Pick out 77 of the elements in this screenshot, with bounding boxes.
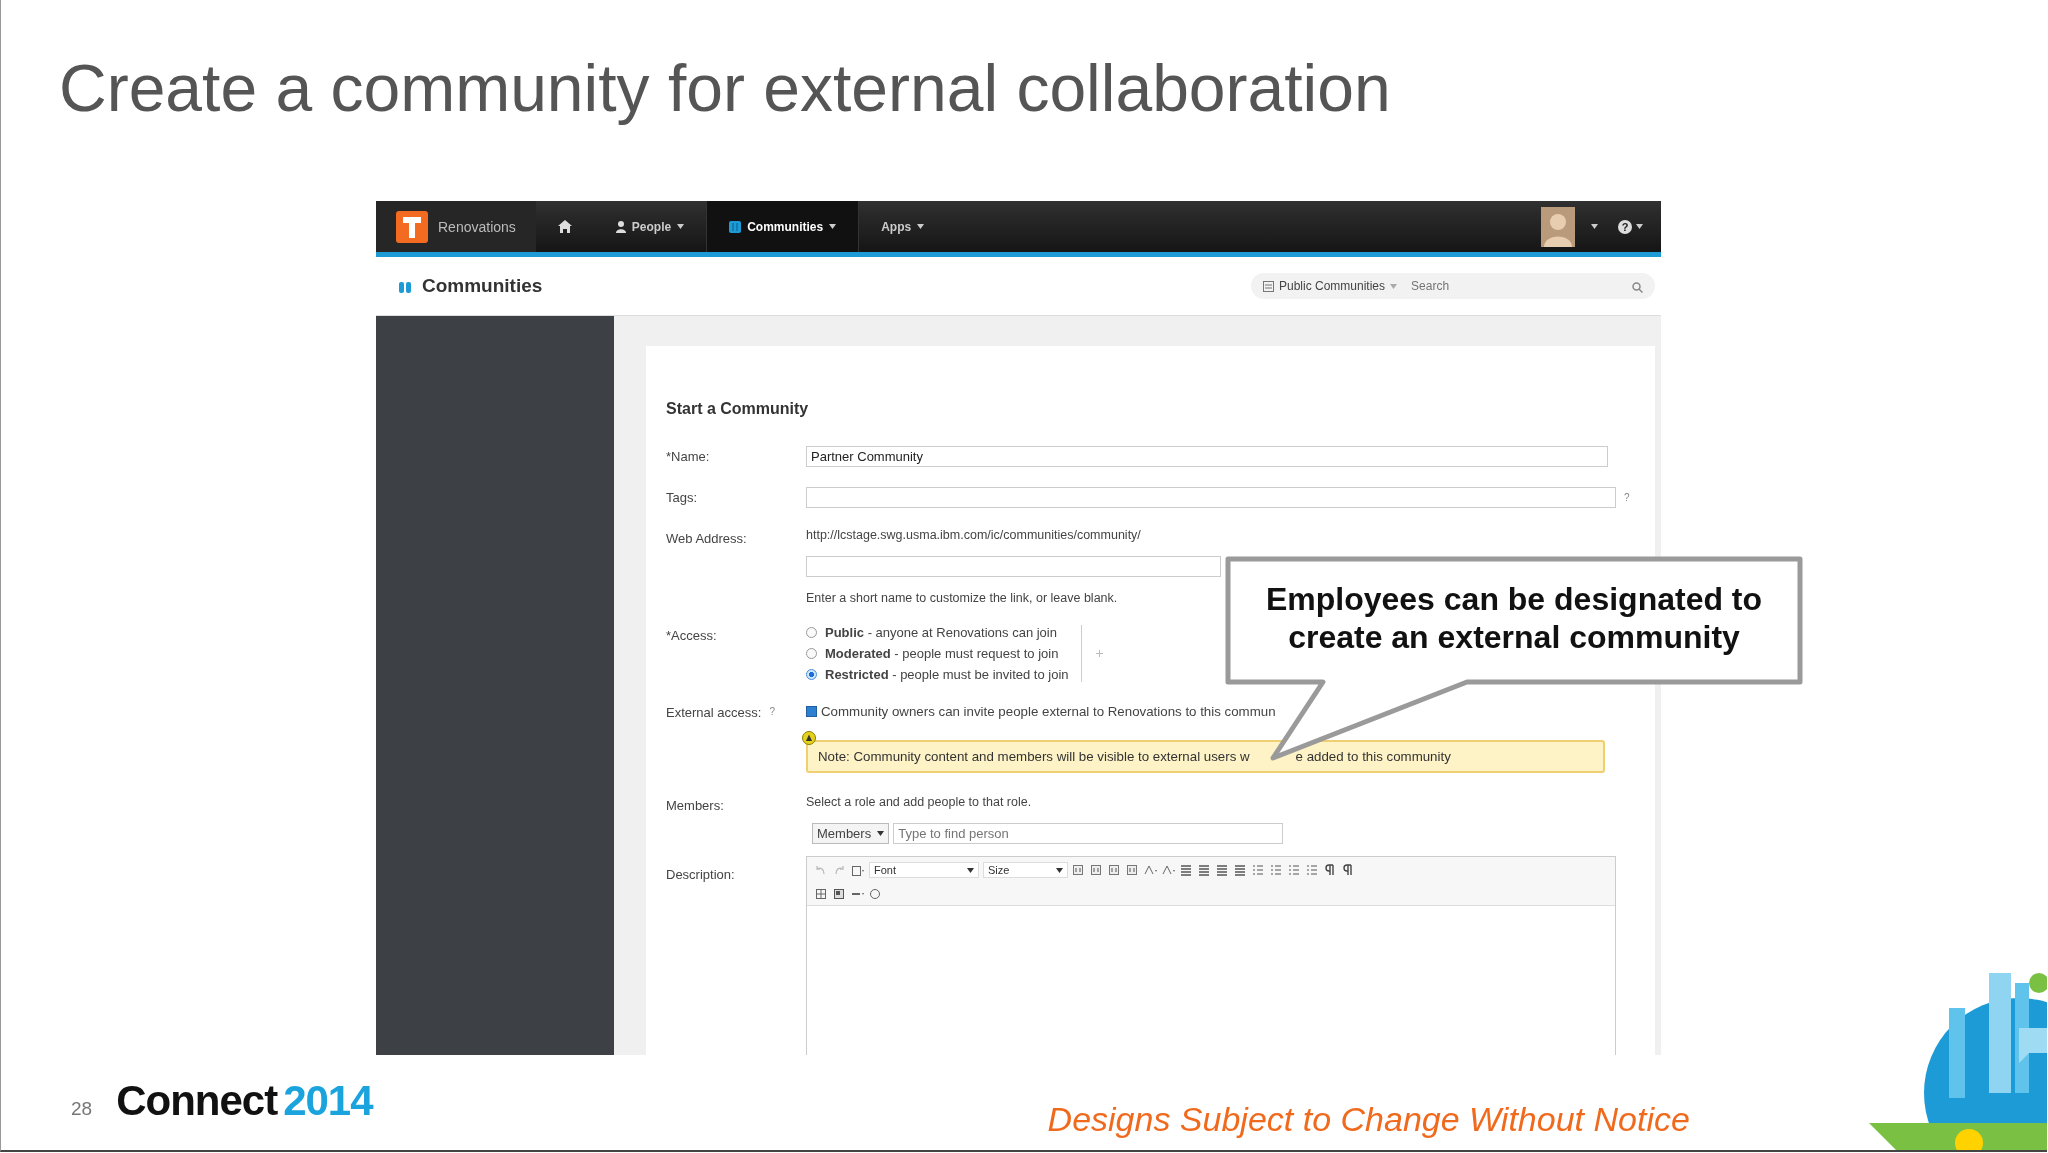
hint-text: Select a role and add people to that role. [806, 795, 1032, 809]
format-icon[interactable] [1090, 864, 1104, 876]
event-logo: Connect2014 [116, 1077, 373, 1125]
search-icon [1632, 282, 1643, 293]
caret-icon [1390, 283, 1398, 289]
grid-icon [729, 220, 742, 233]
hint-text: Enter a short name to customize the link, or leave blank. [806, 591, 1118, 605]
caret-icon [1591, 224, 1598, 229]
field-label: Members: [666, 797, 725, 815]
align-icon[interactable] [1180, 864, 1194, 876]
radio-label: Public - anyone at Renovations can join [825, 625, 1057, 640]
web-address-field[interactable] [806, 556, 1221, 577]
list-icon[interactable] [1270, 864, 1284, 876]
scope-dropdown[interactable]: Public Communities [1251, 273, 1406, 299]
note-text: e added to this community [1295, 749, 1451, 764]
caret-icon [677, 224, 685, 229]
field-label: Web Address: [666, 530, 748, 548]
field-label: *Access: [666, 627, 718, 645]
field-label: External access: ? [666, 704, 776, 720]
role-dropdown[interactable]: Members [812, 823, 890, 844]
caret-icon [967, 867, 974, 873]
person-search-field[interactable]: Type to find person [893, 823, 1284, 844]
nav-tab[interactable]: Communities [706, 201, 860, 252]
caret-icon [877, 831, 885, 836]
name-field[interactable]: Partner Community [806, 446, 1608, 467]
plus-icon [1095, 650, 1103, 657]
field-label: Tags: [666, 489, 699, 507]
nav-tab[interactable]: People [593, 201, 707, 252]
page-title: Communities [422, 275, 543, 297]
search-field[interactable]: Search [1405, 273, 1655, 299]
help-link[interactable]: ? [1624, 492, 1630, 503]
person-icon [615, 220, 626, 233]
image-icon[interactable] [833, 888, 847, 900]
list-icon [1263, 280, 1274, 292]
size-dropdown[interactable]: Size [983, 862, 1068, 878]
home-icon[interactable] [557, 220, 572, 233]
field-label: *Name: [666, 448, 711, 466]
tags-field[interactable] [806, 487, 1616, 508]
font-dropdown[interactable]: Font [869, 862, 979, 878]
radio-button[interactable] [806, 627, 817, 638]
radio-label: Moderated - people must request to join [825, 646, 1059, 661]
table-icon[interactable] [815, 888, 829, 900]
logo-icon [396, 210, 428, 243]
align-icon[interactable] [1198, 864, 1212, 876]
circle-icon[interactable] [869, 888, 883, 900]
callout-text: Employees can be designated to create an external community [1264, 580, 1764, 656]
radio-button[interactable] [806, 648, 817, 659]
field-label: Description: [666, 866, 736, 884]
note-text: Note: Community content and members will be visible to external users w [818, 749, 1250, 764]
avatar[interactable] [1541, 206, 1575, 247]
caret-icon [1056, 867, 1063, 873]
communities-icon [398, 279, 412, 293]
list-icon[interactable] [1288, 864, 1302, 876]
help-link[interactable]: ? [769, 705, 775, 720]
nav-tab[interactable]: Apps [859, 201, 947, 252]
checkbox-label: Community owners can invite people external to Renovations to this commun [821, 703, 1276, 719]
format-icon[interactable] [1072, 864, 1086, 876]
caret-icon [917, 224, 925, 229]
align-icon[interactable] [1216, 864, 1230, 876]
radio-button[interactable] [806, 669, 817, 680]
format-icon[interactable] [1126, 864, 1140, 876]
list-icon[interactable] [1252, 864, 1266, 876]
brand-link[interactable]: Renovations [376, 201, 536, 252]
form-title: Start a Community [666, 400, 810, 418]
help-button[interactable]: ? [1618, 219, 1632, 234]
paste-icon[interactable] [851, 864, 865, 876]
web-address-url: http://lcstage.swg.usma.ibm.com/ic/communities/community/ [806, 528, 1141, 542]
page-number: 28 [71, 1098, 93, 1120]
slide-title: Create a community for external collaboration [59, 50, 1391, 127]
warning-icon [802, 731, 816, 745]
align-icon[interactable] [1234, 864, 1248, 876]
disclaimer: Designs Subject to Change Without Notice [1047, 1100, 1690, 1139]
format-icon[interactable] [1108, 864, 1122, 876]
radio-label: Restricted - people must be invited to join [825, 667, 1069, 682]
checkbox[interactable] [806, 705, 817, 717]
caret-icon [829, 224, 837, 229]
caret-icon [1636, 224, 1643, 229]
